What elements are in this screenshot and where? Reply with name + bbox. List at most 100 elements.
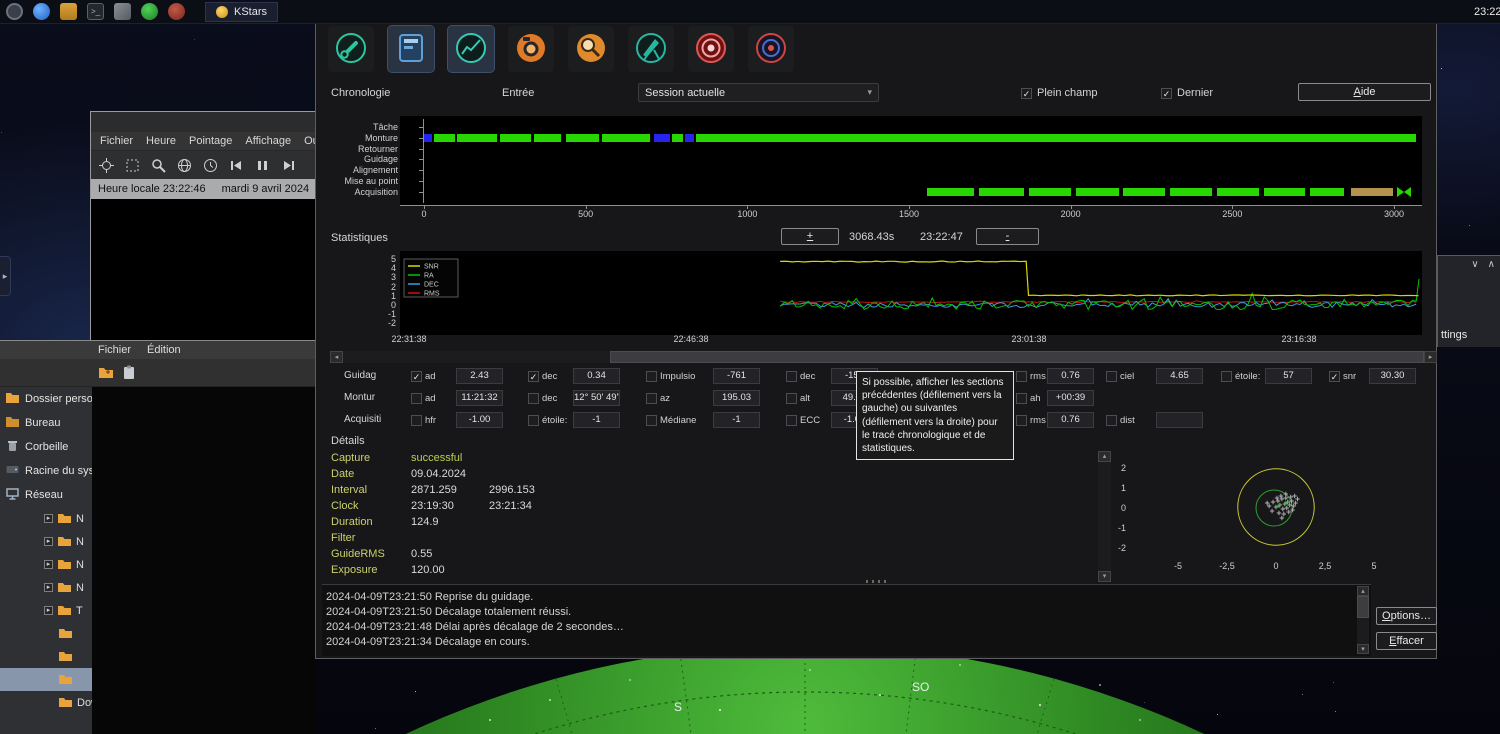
scrollbar-thumb[interactable] bbox=[1357, 596, 1369, 618]
timeline-row-label: Tâche bbox=[372, 122, 398, 132]
checkbox[interactable] bbox=[646, 392, 657, 404]
expand-icon[interactable]: ▸ bbox=[44, 537, 53, 546]
globe-icon[interactable] bbox=[177, 158, 192, 173]
scroll-down-icon[interactable]: ▾ bbox=[1357, 644, 1369, 654]
expand-icon[interactable]: ▸ bbox=[44, 606, 53, 615]
field-value: 57 bbox=[1265, 368, 1312, 384]
tree-item[interactable]: ▸ N bbox=[0, 553, 92, 576]
capture-module-button[interactable] bbox=[508, 26, 554, 72]
checkbox[interactable] bbox=[411, 414, 422, 426]
tree-item[interactable]: ▸ N bbox=[0, 507, 92, 530]
checkbox[interactable] bbox=[1106, 414, 1117, 426]
tree-item[interactable]: ▸ T bbox=[0, 599, 92, 622]
scrollbar-thumb[interactable] bbox=[610, 351, 1424, 363]
checkbox[interactable]: ✓ bbox=[528, 370, 539, 382]
checkbox[interactable]: ✓ bbox=[1021, 87, 1032, 99]
mount-module-button[interactable] bbox=[628, 26, 674, 72]
clock-icon[interactable] bbox=[203, 158, 218, 173]
setup-module-button[interactable] bbox=[328, 26, 374, 72]
skip-forward-icon[interactable] bbox=[281, 158, 296, 173]
checkbox[interactable] bbox=[786, 414, 797, 426]
checkbox[interactable]: ✓ bbox=[411, 370, 422, 382]
tree-item[interactable] bbox=[0, 645, 92, 668]
checkbox[interactable] bbox=[786, 370, 797, 382]
scroll-left-icon[interactable]: ◂ bbox=[330, 351, 343, 363]
maximize-icon[interactable]: ∧ bbox=[1488, 259, 1495, 270]
menu-item-pointage[interactable]: Pointage bbox=[189, 132, 232, 150]
scroll-right-icon[interactable]: ▸ bbox=[1424, 351, 1437, 363]
align-module-button[interactable] bbox=[688, 26, 734, 72]
checkbox[interactable] bbox=[646, 414, 657, 426]
collapsed-panel-handle[interactable]: ▸ bbox=[0, 256, 11, 296]
app-menu-icon[interactable] bbox=[6, 3, 23, 20]
checkbox[interactable] bbox=[1016, 414, 1027, 426]
menu-item-fichier[interactable]: Fichier bbox=[100, 132, 133, 150]
tree-item[interactable]: ▸ N bbox=[0, 530, 92, 553]
place-bureau[interactable]: Bureau bbox=[0, 411, 92, 435]
find-icon[interactable] bbox=[151, 158, 166, 173]
crosshair-icon[interactable] bbox=[99, 157, 114, 173]
taskbar-window-label: KStars bbox=[234, 5, 268, 18]
app-red-icon[interactable] bbox=[168, 3, 185, 20]
file-manager-icon[interactable] bbox=[60, 3, 77, 20]
help-button[interactable]: Aide bbox=[1298, 83, 1431, 101]
expand-icon[interactable]: ▸ bbox=[44, 560, 53, 569]
checkbox[interactable] bbox=[646, 370, 657, 382]
place-racine-du-syst[interactable]: Racine du syst bbox=[0, 459, 97, 483]
zoom-box-icon[interactable] bbox=[125, 158, 140, 173]
checkbox[interactable] bbox=[1016, 370, 1027, 382]
scroll-up-icon[interactable]: ▴ bbox=[1357, 586, 1369, 596]
terminal-icon[interactable]: >_ bbox=[87, 3, 104, 20]
scroll-down-icon[interactable]: ▾ bbox=[1098, 571, 1111, 582]
analyze-module-button[interactable] bbox=[447, 25, 495, 73]
splitter-handle[interactable] bbox=[866, 580, 890, 583]
checkbox[interactable]: ✓ bbox=[1161, 87, 1172, 99]
file-manager-view[interactable] bbox=[92, 387, 316, 734]
tree-item[interactable]: Dow bbox=[0, 691, 99, 714]
checkbox[interactable] bbox=[1106, 370, 1117, 382]
tools-icon[interactable] bbox=[114, 3, 131, 20]
menu-item-affichage[interactable]: Affichage bbox=[245, 132, 291, 150]
web-browser-icon[interactable] bbox=[33, 3, 50, 20]
home-folder-icon bbox=[5, 390, 20, 408]
checkbox[interactable] bbox=[528, 414, 539, 426]
kstars-titlebar[interactable] bbox=[91, 112, 316, 132]
place-label: Bureau bbox=[25, 417, 61, 429]
taskbar-window-button[interactable]: KStars bbox=[205, 1, 279, 22]
place-dossier-person[interactable]: Dossier person bbox=[0, 387, 99, 411]
pause-icon[interactable] bbox=[255, 158, 270, 173]
checkbox[interactable] bbox=[1016, 392, 1027, 404]
expand-icon[interactable]: ▸ bbox=[44, 514, 53, 523]
session-select[interactable]: Session actuelle ▾ bbox=[638, 83, 879, 102]
menu-item-fichier[interactable]: Fichier bbox=[98, 341, 131, 359]
checkbox[interactable] bbox=[411, 392, 422, 404]
zoom-in-button[interactable]: + bbox=[781, 228, 839, 245]
clear-log-button[interactable]: Effacer bbox=[1376, 632, 1437, 650]
details-row: GuideRMS 0.55 bbox=[331, 548, 571, 564]
tree-item[interactable] bbox=[0, 622, 92, 645]
tree-item[interactable] bbox=[0, 668, 92, 691]
scroll-up-icon[interactable]: ▴ bbox=[1098, 451, 1111, 462]
place-corbeille[interactable]: Corbeille bbox=[0, 435, 92, 459]
checkbox[interactable] bbox=[786, 392, 797, 404]
checkbox[interactable]: ✓ bbox=[1329, 370, 1340, 382]
scrollbar-track[interactable] bbox=[1098, 462, 1111, 571]
place-réseau[interactable]: Réseau bbox=[0, 483, 92, 507]
checkbox-plein-champ: ✓ Plein champ bbox=[1021, 86, 1098, 100]
expand-icon[interactable]: ▸ bbox=[44, 583, 53, 592]
checkbox[interactable] bbox=[1221, 370, 1232, 382]
clipboard-icon[interactable] bbox=[122, 365, 137, 380]
zoom-out-button[interactable]: - bbox=[976, 228, 1039, 245]
options-button[interactable]: Options… bbox=[1376, 607, 1437, 625]
skip-backward-icon[interactable] bbox=[229, 158, 244, 173]
kstars-tray-icon[interactable] bbox=[141, 3, 158, 20]
checkbox[interactable] bbox=[528, 392, 539, 404]
menu-item-édition[interactable]: Édition bbox=[147, 341, 181, 359]
guide-module-button[interactable] bbox=[748, 26, 794, 72]
tree-item[interactable]: ▸ N bbox=[0, 576, 92, 599]
menu-item-heure[interactable]: Heure bbox=[146, 132, 176, 150]
focus-module-button[interactable] bbox=[568, 26, 614, 72]
new-folder-icon[interactable] bbox=[98, 365, 113, 380]
minimize-icon[interactable]: ∨ bbox=[1471, 259, 1478, 270]
scheduler-module-button[interactable] bbox=[387, 25, 435, 73]
